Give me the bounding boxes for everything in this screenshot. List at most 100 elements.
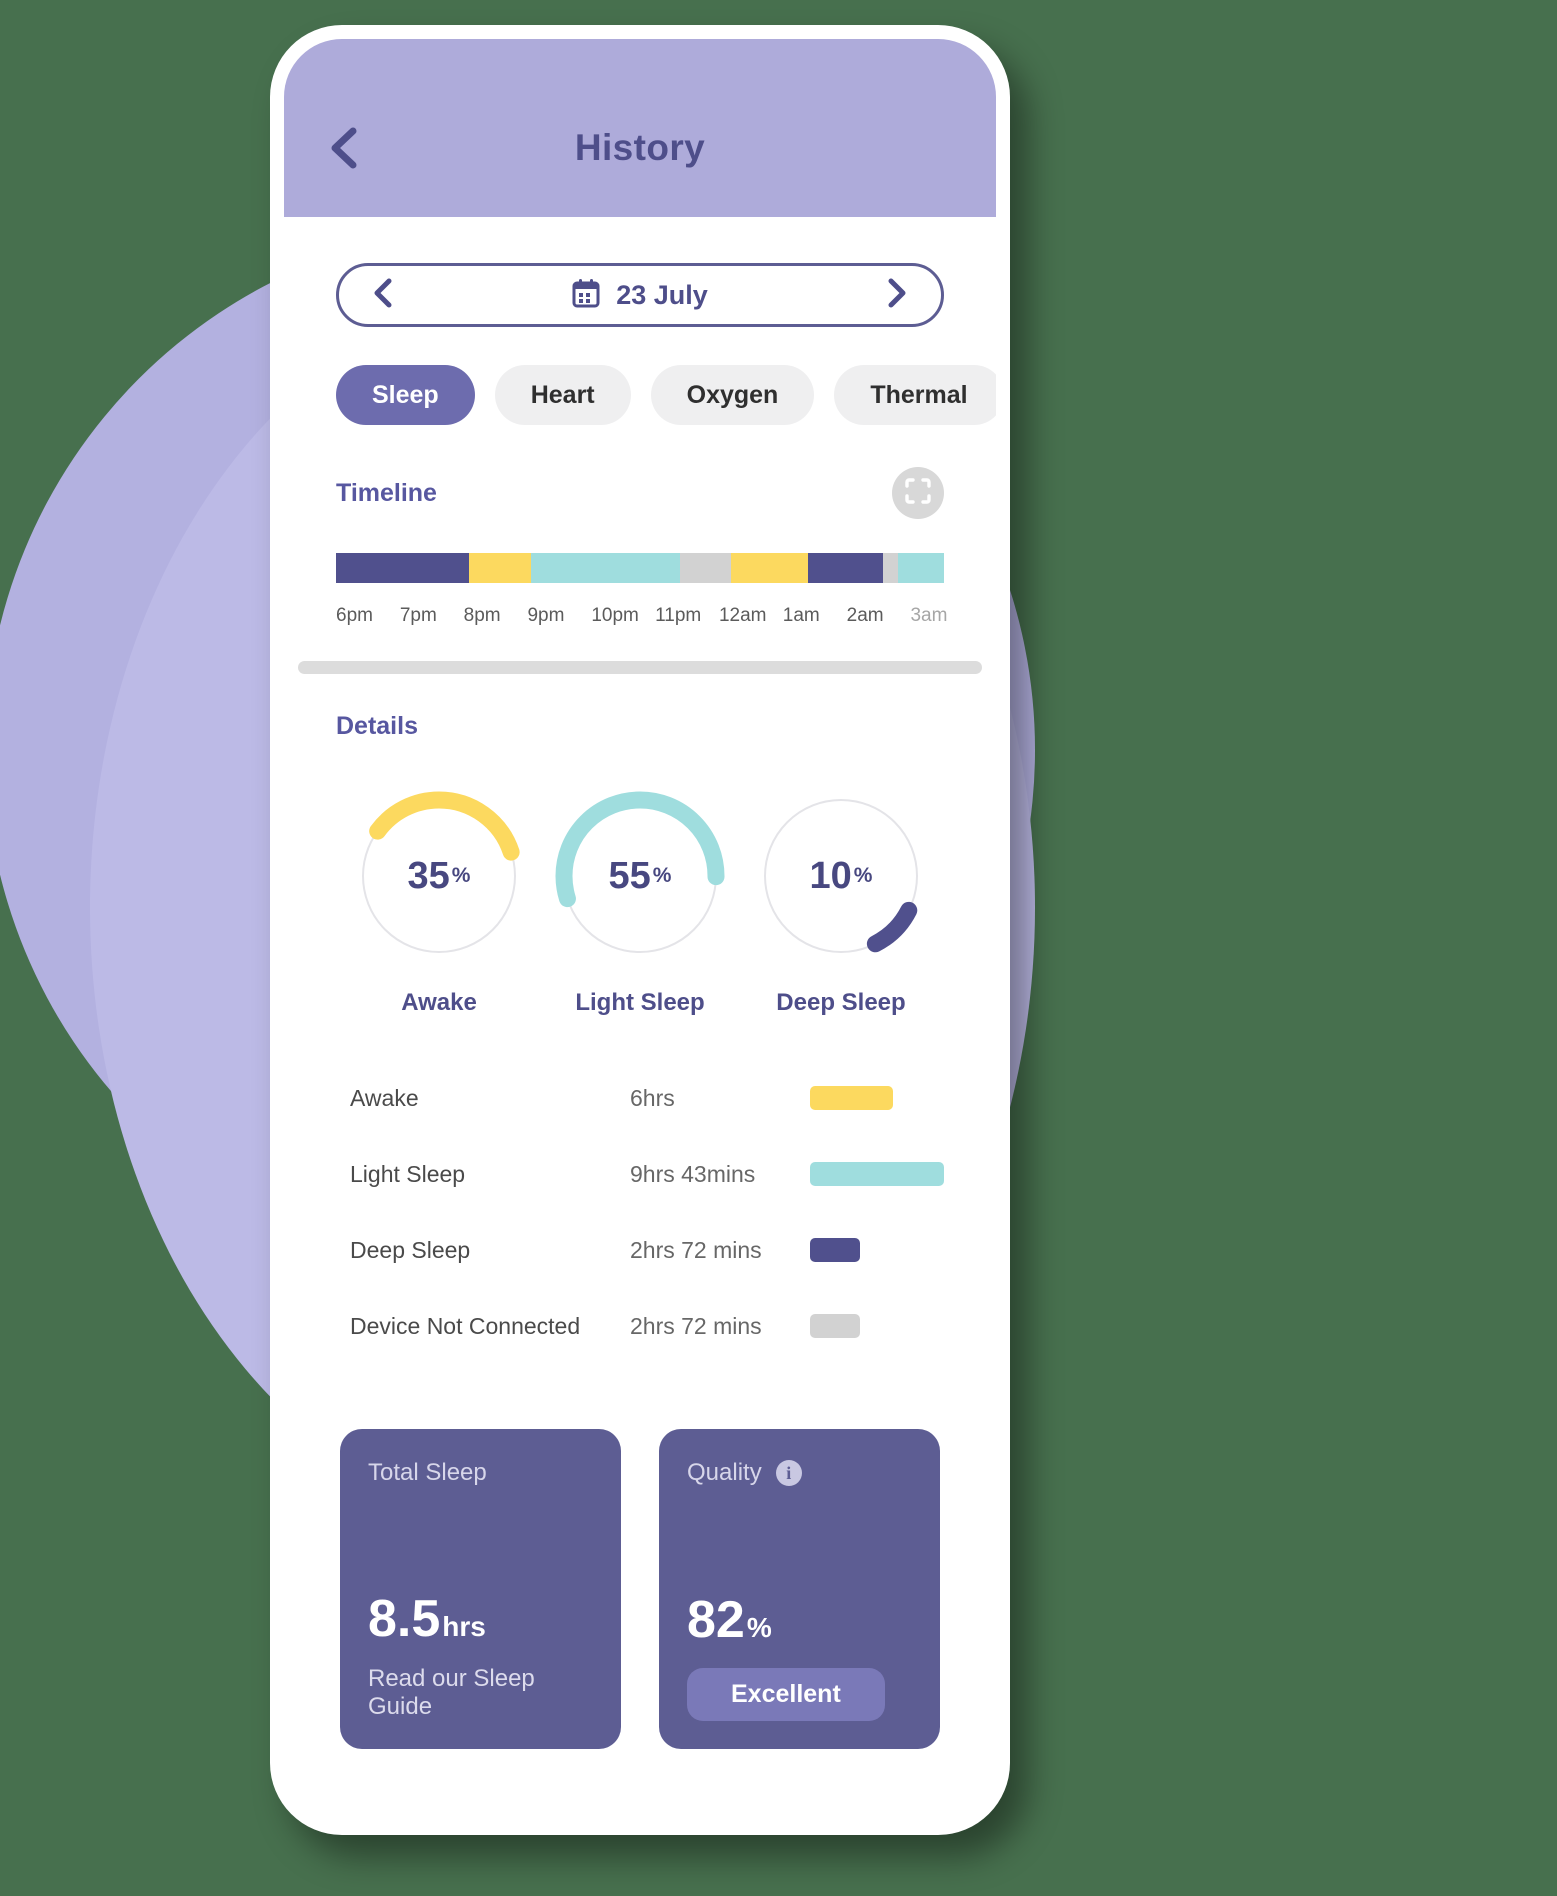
timeline-tick: 9pm (527, 605, 565, 626)
timeline-segment (898, 553, 944, 583)
donut-ring-light-sleep: 55 % (553, 789, 727, 963)
tab-thermal[interactable]: Thermal (834, 365, 996, 425)
timeline-title: Timeline (336, 478, 437, 507)
breakdown-duration: 9hrs 43mins (630, 1160, 756, 1187)
donut-light-sleep-label: Light Sleep (575, 989, 705, 1016)
donut-deep-sleep-label: Deep Sleep (776, 989, 906, 1016)
total-sleep-value: 8.5 (368, 1590, 441, 1648)
timeline-segment (730, 553, 809, 583)
breakdown-row-device-not-connected: Device Not Connected 2hrs 72 mins (350, 1301, 944, 1351)
timeline-tick: 1am (782, 605, 820, 626)
quality-value-wrap: 82 % (687, 1590, 912, 1650)
donut-light-sleep: 55 % Light Sleep (545, 789, 735, 1017)
breakdown-bar-fill (810, 1162, 944, 1186)
timeline-section: Timeline 6pm 7pm 8pm 9pm 10pm 11pm 12am … (284, 425, 996, 627)
donut-light-sleep-value-wrap: 55 % (553, 789, 727, 963)
breakdown-bar-fill (810, 1238, 860, 1262)
breakdown-bar-track (810, 1238, 944, 1262)
total-sleep-value-wrap: 8.5 hrs (368, 1589, 593, 1649)
chevron-right-icon (886, 277, 908, 314)
total-sleep-title-label: Total Sleep (368, 1459, 487, 1486)
tab-oxygen[interactable]: Oxygen (650, 365, 815, 425)
tab-oxygen-label: Oxygen (686, 380, 779, 409)
sleep-breakdown-list: Awake 6hrs Light Sleep 9hrs 43mins Deep … (336, 1017, 944, 1351)
card-spacer (368, 1487, 593, 1589)
next-date-button[interactable] (877, 275, 917, 315)
prev-date-button[interactable] (363, 275, 403, 315)
timeline-tick: 2am (846, 605, 884, 626)
phone-screen: History 23 July Sleep Heart Oxygen Therm… (284, 39, 996, 1821)
tab-sleep[interactable]: Sleep (336, 365, 475, 425)
breakdown-duration: 2hrs 72 mins (630, 1236, 762, 1263)
details-section: Details 35 % Awake 55 % Light Sleep 10 %… (284, 674, 996, 1749)
date-display[interactable]: 23 July (403, 278, 877, 313)
tab-sleep-label: Sleep (372, 380, 439, 409)
donut-deep-sleep: 10 % Deep Sleep (746, 789, 936, 1017)
breakdown-name: Device Not Connected (350, 1312, 581, 1339)
donut-deep-sleep-value-wrap: 10 % (754, 789, 928, 963)
page-title: History (574, 127, 706, 168)
details-title: Details (336, 712, 418, 740)
donut-awake: 35 % Awake (344, 789, 534, 1017)
donut-light-sleep-unit: % (652, 864, 672, 887)
timeline-tick: 3am (910, 605, 948, 626)
breakdown-duration: 6hrs (630, 1084, 675, 1111)
breakdown-name: Awake (350, 1084, 419, 1111)
donut-awake-value-wrap: 35 % (352, 789, 526, 963)
total-sleep-unit: hrs (442, 1611, 486, 1642)
quality-badge: Excellent (687, 1668, 885, 1721)
phone-frame: History 23 July Sleep Heart Oxygen Therm… (270, 25, 1010, 1835)
breakdown-bar-track (810, 1162, 944, 1186)
breakdown-bar-fill (810, 1086, 894, 1110)
breakdown-bar-track (810, 1314, 944, 1338)
timeline-tick: 6pm (336, 605, 373, 626)
timeline-tick: 11pm (655, 605, 702, 626)
chevron-left-icon (372, 277, 394, 314)
card-spacer (687, 1487, 912, 1590)
timeline-header: Timeline (336, 425, 944, 519)
timeline-segment (336, 553, 469, 583)
timeline-segment (808, 553, 884, 583)
calendar-icon (572, 278, 600, 313)
info-icon[interactable]: i (775, 1460, 802, 1486)
donut-light-sleep-value: 55 (608, 854, 651, 897)
donut-deep-sleep-unit: % (853, 864, 873, 887)
screenshot-stage: History 23 July Sleep Heart Oxygen Therm… (0, 0, 1557, 1896)
breakdown-row-light-sleep: Light Sleep 9hrs 43mins (350, 1149, 944, 1199)
tab-heart-label: Heart (530, 380, 595, 409)
metric-tabs[interactable]: Sleep Heart Oxygen Thermal (284, 327, 996, 425)
quality-title: Quality i (687, 1459, 912, 1487)
timeline-segment (468, 553, 532, 583)
breakdown-duration: 2hrs 72 mins (630, 1312, 762, 1339)
fullscreen-expand-icon (904, 477, 932, 510)
breakdown-row-awake: Awake 6hrs (350, 1073, 944, 1123)
sleep-guide-link[interactable]: Read our Sleep Guide (368, 1665, 593, 1721)
quality-unit: % (746, 1612, 772, 1643)
tab-heart[interactable]: Heart (494, 365, 631, 425)
total-sleep-title: Total Sleep (368, 1459, 593, 1487)
breakdown-bar-fill (810, 1314, 860, 1338)
total-sleep-card[interactable]: Total Sleep 8.5 hrs Read our Sleep Guide (340, 1429, 621, 1749)
quality-value: 82 (687, 1591, 745, 1649)
donut-ring-deep-sleep: 10 % (754, 789, 928, 963)
timeline-tick: 8pm (463, 605, 501, 626)
quality-title-label: Quality (687, 1459, 762, 1486)
timeline-bar[interactable] (336, 553, 944, 583)
timeline-ticks: 6pm 7pm 8pm 9pm 10pm 11pm 12am 1am 2am 3… (336, 605, 947, 627)
horizontal-scrollbar[interactable] (298, 661, 982, 674)
tab-thermal-label: Thermal (870, 380, 968, 409)
quality-card[interactable]: Quality i 82 % Excellent (659, 1429, 940, 1749)
donut-awake-unit: % (451, 864, 471, 887)
breakdown-row-deep-sleep: Deep Sleep 2hrs 72 mins (350, 1225, 944, 1275)
timeline-segment (531, 553, 681, 583)
expand-timeline-button[interactable] (892, 467, 944, 519)
breakdown-name: Deep Sleep (350, 1236, 471, 1263)
timeline-tick: 10pm (591, 605, 639, 626)
date-selector: 23 July (336, 263, 944, 327)
screen-body: 23 July Sleep Heart Oxygen Thermal Timel… (284, 217, 996, 1821)
timeline-tick: 7pm (399, 605, 437, 626)
donut-awake-value: 35 (407, 854, 450, 897)
timeline-segment (680, 553, 731, 583)
back-button[interactable] (320, 125, 366, 171)
timeline-segment (883, 553, 899, 583)
